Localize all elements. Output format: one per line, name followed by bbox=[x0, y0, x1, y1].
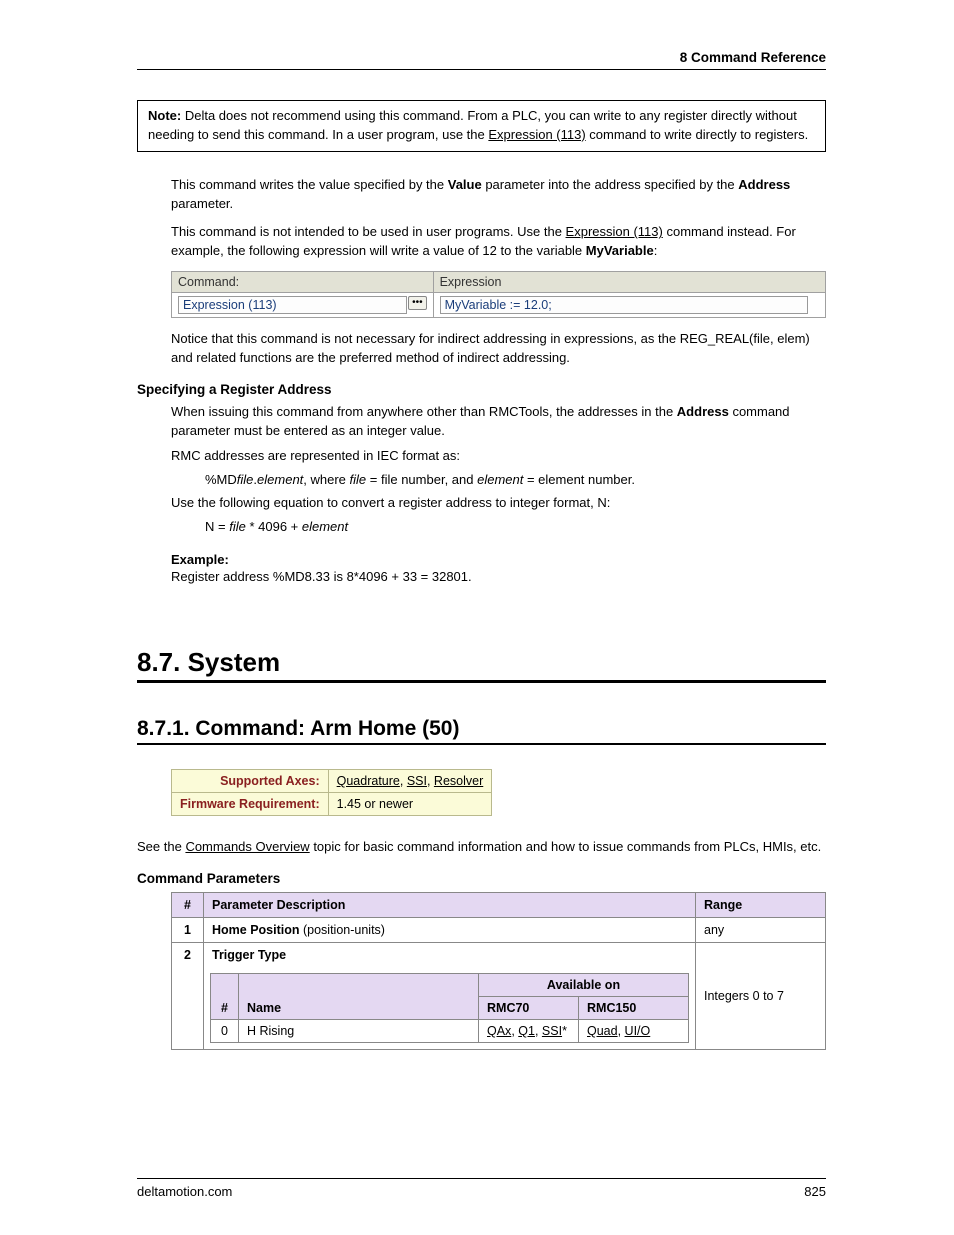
iec-elem2: element bbox=[477, 472, 523, 487]
eq-elem: element bbox=[302, 519, 348, 534]
link-qax[interactable]: QAx bbox=[487, 1024, 511, 1038]
footer-domain: deltamotion.com bbox=[137, 1184, 232, 1199]
p1b: Value bbox=[448, 177, 482, 192]
section-heading: 8.7. System bbox=[137, 647, 826, 678]
command-parameters-head: Command Parameters bbox=[137, 871, 826, 886]
eq-n: N = bbox=[205, 519, 229, 534]
paragraph-1: This command writes the value specified … bbox=[171, 176, 826, 214]
it-r0-rmc150: Quad, UI/O bbox=[579, 1019, 689, 1042]
link-quadrature[interactable]: Quadrature bbox=[337, 774, 400, 788]
footer-page-number: 825 bbox=[804, 1184, 826, 1199]
example-label: Example: bbox=[171, 552, 826, 567]
pt-r1-num: 1 bbox=[172, 917, 204, 942]
expression-editor-table: Command: Expression Expression (113) •••… bbox=[171, 271, 826, 318]
info-table: Supported Axes: Quadrature, SSI, Resolve… bbox=[171, 769, 492, 816]
paragraph-4: When issuing this command from anywhere … bbox=[171, 403, 826, 441]
pt-h-range: Range bbox=[696, 892, 826, 917]
expression-link-2[interactable]: Expression (113) bbox=[566, 224, 663, 239]
expr-cell-command: Expression (113) ••• bbox=[172, 293, 434, 318]
supported-axes-label: Supported Axes: bbox=[172, 769, 329, 792]
subsection-rule bbox=[137, 743, 826, 745]
link-q1[interactable]: Q1 bbox=[518, 1024, 535, 1038]
supported-axes-value: Quadrature, SSI, Resolver bbox=[328, 769, 492, 792]
pt-r1-desc: Home Position (position-units) bbox=[204, 917, 696, 942]
iec-where: , where bbox=[303, 472, 349, 487]
firmware-req-label: Firmware Requirement: bbox=[172, 792, 329, 815]
link-quad[interactable]: Quad bbox=[587, 1024, 618, 1038]
subhead-register-address: Specifying a Register Address bbox=[137, 382, 826, 397]
example-text: Register address %MD8.33 is 8*4096 + 33 … bbox=[171, 567, 826, 587]
expr-command-input[interactable]: Expression (113) bbox=[178, 296, 407, 314]
header-rule bbox=[137, 69, 826, 70]
paragraph-5: RMC addresses are represented in IEC for… bbox=[171, 446, 826, 466]
p2a: This command is not intended to be used … bbox=[171, 224, 566, 239]
expr-hdr-expression: Expression bbox=[433, 272, 825, 293]
paragraph-2: This command is not intended to be used … bbox=[171, 223, 826, 261]
note-box: Note: Delta does not recommend using thi… bbox=[137, 100, 826, 152]
p2c: : bbox=[654, 243, 658, 258]
expr-expression-input[interactable]: MyVariable := 12.0; bbox=[440, 296, 808, 314]
it-h-name: Name bbox=[239, 973, 479, 1019]
see-a: See the bbox=[137, 839, 185, 854]
iec-eqb: = element number. bbox=[523, 472, 635, 487]
p1c: parameter into the address specified by … bbox=[482, 177, 739, 192]
it-h-rmc70: RMC70 bbox=[479, 996, 579, 1019]
paragraph-3: Notice that this command is not necessar… bbox=[171, 330, 826, 368]
it-h-rmc150: RMC150 bbox=[579, 996, 689, 1019]
firmware-req-value: 1.45 or newer bbox=[328, 792, 492, 815]
ssi-asterisk: * bbox=[562, 1024, 567, 1038]
eq-file: file bbox=[229, 519, 246, 534]
it-h-avail: Available on bbox=[479, 973, 689, 996]
p1a: This command writes the value specified … bbox=[171, 177, 448, 192]
p2var: MyVariable bbox=[586, 243, 654, 258]
page-footer: deltamotion.com 825 bbox=[137, 1178, 826, 1199]
pt-r2-desc: Trigger Type bbox=[204, 942, 696, 967]
p4a: When issuing this command from anywhere … bbox=[171, 404, 677, 419]
expr-cell-expression: MyVariable := 12.0; bbox=[433, 293, 825, 318]
link-uio[interactable]: UI/O bbox=[625, 1024, 651, 1038]
pt-r2-num: 2 bbox=[172, 942, 204, 1049]
iec-elem: element bbox=[257, 472, 303, 487]
trigger-type-inner-table: # Name Available on RMC70 RMC150 0 H Ris… bbox=[210, 973, 689, 1043]
pt-r2-range: Integers 0 to 7 bbox=[696, 942, 826, 1049]
pt-h-num: # bbox=[172, 892, 204, 917]
it-r0-name: H Rising bbox=[239, 1019, 479, 1042]
note-label: Note: bbox=[148, 108, 181, 123]
p4b: Address bbox=[677, 404, 729, 419]
note-text-2: command to write directly to registers. bbox=[586, 127, 809, 142]
ellipsis-button[interactable]: ••• bbox=[408, 296, 427, 310]
pt-inner-cell: # Name Available on RMC70 RMC150 0 H Ris… bbox=[204, 967, 696, 1050]
iec-pre: %MD bbox=[205, 472, 237, 487]
expr-hdr-command: Command: bbox=[172, 272, 434, 293]
link-resolver[interactable]: Resolver bbox=[434, 774, 483, 788]
iec-eqa: = file number, and bbox=[366, 472, 477, 487]
see-paragraph: See the Commands Overview topic for basi… bbox=[137, 838, 826, 857]
it-r0-num: 0 bbox=[211, 1019, 239, 1042]
equation-line: N = file * 4096 + element bbox=[205, 517, 826, 537]
note-expression-link[interactable]: Expression (113) bbox=[488, 127, 585, 142]
pt-h-desc: Parameter Description bbox=[204, 892, 696, 917]
section-rule bbox=[137, 680, 826, 683]
eq-mid: * 4096 + bbox=[246, 519, 302, 534]
it-h-num: # bbox=[211, 973, 239, 1019]
iec-file2: file bbox=[350, 472, 367, 487]
it-r0-rmc70: QAx, Q1, SSI* bbox=[479, 1019, 579, 1042]
iec-file: file bbox=[237, 472, 254, 487]
pt-r1-range: any bbox=[696, 917, 826, 942]
p1d: Address bbox=[738, 177, 790, 192]
commands-overview-link[interactable]: Commands Overview bbox=[185, 839, 309, 854]
iec-format-line: %MDfile.element, where file = file numbe… bbox=[205, 470, 826, 490]
link-ssi[interactable]: SSI bbox=[407, 774, 427, 788]
command-parameters-table: # Parameter Description Range 1 Home Pos… bbox=[171, 892, 826, 1050]
header-chapter: 8 Command Reference bbox=[137, 50, 826, 65]
link-ssi-70[interactable]: SSI bbox=[542, 1024, 562, 1038]
paragraph-6: Use the following equation to convert a … bbox=[171, 493, 826, 513]
subsection-heading: 8.7.1. Command: Arm Home (50) bbox=[137, 717, 826, 741]
p1e: parameter. bbox=[171, 196, 233, 211]
see-b: topic for basic command information and … bbox=[310, 839, 822, 854]
